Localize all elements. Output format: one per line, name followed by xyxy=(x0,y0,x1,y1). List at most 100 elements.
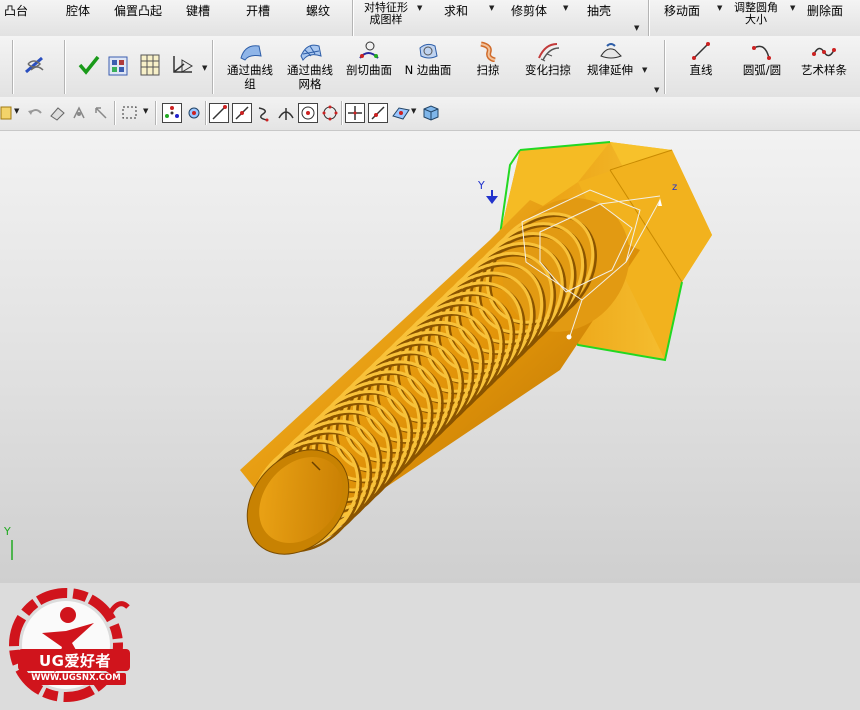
line-label: 直线 xyxy=(689,63,713,77)
through-curve-mesh-icon xyxy=(300,44,322,61)
chevron-down-icon[interactable]: ▼ xyxy=(642,66,647,74)
boss-button[interactable]: 凸台 xyxy=(4,4,28,18)
arc-circle-button[interactable]: 圆弧/圆 xyxy=(734,40,790,76)
toolbar-separator xyxy=(664,40,666,94)
curve-line-icon xyxy=(212,105,227,120)
arc-circle-label: 圆弧/圆 xyxy=(742,63,782,77)
swept-button[interactable]: 扫掠 xyxy=(462,40,514,76)
delete-face-button[interactable]: 删除面 xyxy=(807,4,843,18)
n-sided-surface-button[interactable]: N 边曲面 xyxy=(400,40,456,76)
toolbar-separator xyxy=(341,101,343,125)
chevron-down-icon[interactable]: ▼ xyxy=(411,107,416,115)
law-extension-icon xyxy=(600,43,622,59)
undo-arrow-icon[interactable] xyxy=(26,105,44,121)
offset-emboss-button[interactable]: 偏置凸起 xyxy=(114,4,162,18)
quadrant-icon[interactable] xyxy=(321,104,339,122)
through-curves-button[interactable]: 通过曲线 组 xyxy=(220,40,280,90)
point-on-curve-toggle[interactable] xyxy=(368,103,388,123)
mid-point-toggle[interactable] xyxy=(232,103,252,123)
arc-snap-icon[interactable] xyxy=(255,104,273,122)
section-surface-button[interactable]: 剖切曲面 xyxy=(340,40,398,76)
curve-point-icon xyxy=(235,106,249,120)
pattern-feature-label-2: 成图样 xyxy=(369,13,403,26)
thread-button[interactable]: 螺纹 xyxy=(306,4,330,18)
chevron-down-icon[interactable]: ▼ xyxy=(489,4,494,12)
graphics-viewport[interactable]: Y z Y UG爱好者 WWW.UGSNX.COM xyxy=(0,131,860,702)
law-extension-label: 规律延伸 xyxy=(587,63,633,77)
through-curves-label-1: 通过曲线 xyxy=(227,63,273,77)
swept-label: 扫掠 xyxy=(476,63,500,77)
toolbar-separator xyxy=(352,0,354,36)
unite-button[interactable]: 求和 xyxy=(444,4,468,18)
section-surface-icon xyxy=(359,41,379,59)
section-surface-label: 剖切曲面 xyxy=(346,63,392,77)
chevron-down-icon[interactable]: ▼ xyxy=(654,86,659,94)
law-extension-button[interactable]: 规律延伸 xyxy=(582,40,638,76)
cube-icon[interactable] xyxy=(421,103,441,123)
corner-triad: Y xyxy=(3,525,13,560)
y-axis-label: Y xyxy=(477,179,485,192)
cross-icon xyxy=(348,106,362,120)
thread-icon[interactable] xyxy=(22,52,48,78)
intersection-icon[interactable] xyxy=(277,104,295,122)
toolbar-separator xyxy=(155,101,157,125)
arc-icon xyxy=(752,45,771,60)
pocket-button[interactable]: 腔体 xyxy=(66,4,90,18)
selection-point xyxy=(566,334,572,340)
chevron-down-icon[interactable]: ▼ xyxy=(790,4,795,12)
chevron-down-icon[interactable]: ▼ xyxy=(417,4,422,12)
filter-icon[interactable] xyxy=(0,104,14,122)
toolbar-separator xyxy=(12,40,14,94)
eraser-icon[interactable] xyxy=(48,104,66,122)
point-on-face-icon[interactable] xyxy=(391,104,411,122)
resize-blend-button[interactable]: 调整圆角 大小 xyxy=(730,2,782,26)
snap-points-toggle[interactable] xyxy=(162,103,182,123)
toolbar-separator xyxy=(64,40,66,94)
chevron-down-icon[interactable]: ▼ xyxy=(634,24,639,32)
n-sided-surface-icon xyxy=(419,43,438,59)
shell-button[interactable]: 抽壳 xyxy=(587,4,611,18)
pattern-feature-button[interactable]: 对特征形 成图样 xyxy=(361,2,411,26)
select-icon[interactable] xyxy=(92,104,110,122)
toolbar-separator xyxy=(205,101,207,125)
matrix-icon[interactable] xyxy=(106,52,130,78)
snap-points-icon xyxy=(165,106,179,118)
chevron-down-icon[interactable]: ▼ xyxy=(14,107,19,115)
toolbar-separator xyxy=(212,40,214,94)
toolbar-separator xyxy=(648,0,650,36)
chevron-down-icon[interactable]: ▼ xyxy=(717,4,722,12)
chevron-down-icon[interactable]: ▼ xyxy=(202,64,207,72)
corner-axis-label: Y xyxy=(3,525,11,538)
through-curves-label-2: 组 xyxy=(244,77,256,91)
line-icon xyxy=(692,42,710,60)
snap-point-icon[interactable] xyxy=(70,104,88,122)
existing-point-toggle[interactable] xyxy=(345,103,365,123)
svg-text:z: z xyxy=(672,182,677,193)
check-icon[interactable] xyxy=(77,54,101,76)
center-icon xyxy=(301,106,315,120)
through-curve-mesh-button[interactable]: 通过曲线 网格 xyxy=(280,40,340,90)
slot-button[interactable]: 键槽 xyxy=(186,4,210,18)
end-point-toggle[interactable] xyxy=(209,103,229,123)
line-button[interactable]: 直线 xyxy=(678,40,724,76)
curve-line-icon xyxy=(371,106,385,120)
bolt-model[interactable]: Y z Y xyxy=(0,131,860,583)
rectangle-select-icon[interactable] xyxy=(121,105,139,121)
groove-button[interactable]: 开槽 xyxy=(246,4,270,18)
studio-spline-button[interactable]: 艺术样条 xyxy=(794,40,854,76)
variational-sweep-button[interactable]: 变化扫掠 xyxy=(518,40,578,76)
through-curve-mesh-label-2: 网格 xyxy=(298,77,322,91)
trim-body-button[interactable]: 修剪体 xyxy=(511,4,547,18)
axis-icon[interactable] xyxy=(168,52,196,78)
chevron-down-icon[interactable]: ▼ xyxy=(563,4,568,12)
logo-url-text: WWW.UGSNX.COM xyxy=(31,673,121,683)
grid-icon[interactable] xyxy=(138,52,162,78)
chevron-down-icon[interactable]: ▼ xyxy=(143,107,148,115)
logo-emblem xyxy=(9,588,130,702)
through-curve-mesh-label-1: 通过曲线 xyxy=(287,63,333,77)
snap-settings-icon[interactable] xyxy=(185,104,203,122)
move-face-button[interactable]: 移动面 xyxy=(664,4,700,18)
studio-spline-label: 艺术样条 xyxy=(801,63,847,77)
arc-center-toggle[interactable] xyxy=(298,103,318,123)
through-curves-icon xyxy=(240,45,262,61)
